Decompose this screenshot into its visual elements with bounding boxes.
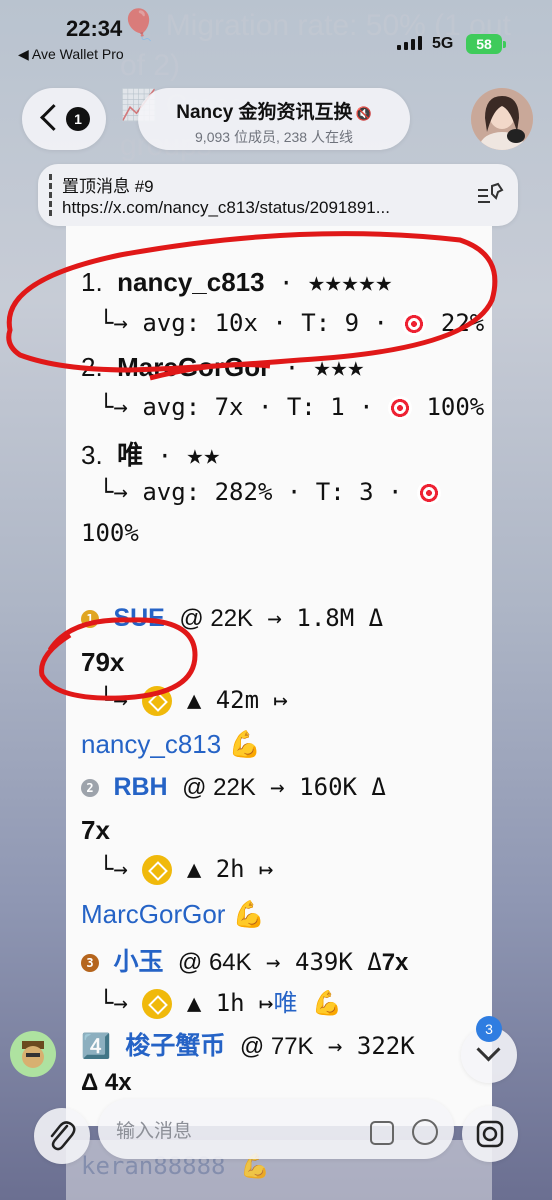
leaderboard-row: 3. 唯 · ★★ bbox=[81, 438, 221, 471]
target-icon bbox=[387, 396, 412, 420]
unread-count-badge: 3 bbox=[476, 1016, 502, 1042]
member-count: 9,093 位成员, 238 人在线 bbox=[195, 129, 353, 145]
message-placeholder: 输入消息 bbox=[116, 1121, 193, 1142]
pin-list-icon[interactable] bbox=[476, 182, 504, 208]
status-bar: 22:34 ◀ Ave Wallet Pro 5G 58 bbox=[0, 0, 552, 66]
star-rating: ★★ bbox=[186, 438, 221, 471]
multiplier: Δ 4x bbox=[81, 1069, 132, 1096]
caller-link[interactable]: MarcGorGor bbox=[81, 899, 225, 929]
mute-icon: 🔇 bbox=[355, 106, 372, 121]
pinned-title: 置顶消息 #9 bbox=[62, 177, 154, 196]
call-row: 3 小玉 @ 64K → 439K Δ7x bbox=[81, 942, 408, 978]
leaderboard-detail: └→ avg: 282% · T: 3 · bbox=[81, 478, 441, 506]
token-link[interactable]: 小玉 bbox=[113, 948, 163, 976]
caller-link[interactable]: 唯 bbox=[274, 990, 298, 1017]
silver-medal-icon: 2 bbox=[81, 779, 99, 797]
battery-icon: 58 bbox=[466, 34, 502, 54]
attach-button[interactable] bbox=[34, 1108, 90, 1164]
muscle-icon: 💪 bbox=[228, 729, 261, 759]
target-icon bbox=[416, 481, 441, 505]
unread-badge: 1 bbox=[66, 107, 90, 131]
muscle-icon: 💪 bbox=[311, 989, 342, 1017]
back-button[interactable]: 1 bbox=[22, 88, 106, 150]
group-avatar[interactable] bbox=[471, 88, 533, 150]
muscle-icon: 💪 bbox=[232, 899, 266, 929]
token-link[interactable]: RBH bbox=[113, 773, 167, 801]
leaderboard-detail: └→ avg: 7x · T: 1 · 100% bbox=[99, 393, 485, 421]
network-label: 5G bbox=[432, 35, 454, 52]
back-to-app-link[interactable]: ◀ Ave Wallet Pro bbox=[18, 46, 124, 63]
red-circle-annotation bbox=[39, 617, 198, 701]
call-row: 4️⃣ 梭子蟹币 @ 77K → 322K bbox=[81, 1032, 415, 1060]
bronze-medal-icon: 3 bbox=[81, 954, 99, 972]
chat-title[interactable]: Nancy 金狗资讯互换 🔇 9,093 位成员, 238 人在线 bbox=[138, 88, 410, 150]
camera-button[interactable] bbox=[462, 1106, 518, 1162]
bnb-chain-icon bbox=[142, 989, 173, 1019]
call-row: 2 RBH @ 22K → 160K Δ bbox=[81, 773, 386, 802]
number-four-icon: 4️⃣ bbox=[81, 1032, 111, 1060]
timer-icon[interactable] bbox=[412, 1119, 438, 1145]
leaderboard-detail-rate: 100% bbox=[81, 519, 139, 547]
chat-name: Nancy 金狗资讯互换 bbox=[176, 102, 353, 123]
caller-row: nancy_c813 💪 bbox=[81, 729, 261, 760]
message-input[interactable]: 输入消息 bbox=[98, 1099, 454, 1159]
multiplier: 7x bbox=[81, 815, 110, 845]
token-link[interactable]: 梭子蟹币 bbox=[125, 1032, 225, 1060]
signal-icon bbox=[397, 36, 422, 50]
camera-icon bbox=[476, 1120, 504, 1148]
call-meta: └→ ▲ 1h ↦唯 💪 bbox=[99, 989, 342, 1019]
caller-link[interactable]: nancy_c813 bbox=[81, 729, 221, 759]
chevron-left-icon bbox=[40, 104, 67, 131]
pinned-indicator bbox=[49, 174, 55, 216]
call-meta: └→ ▲ 2h ↦ bbox=[99, 855, 274, 885]
bot-avatar[interactable] bbox=[10, 1031, 56, 1077]
paperclip-icon bbox=[50, 1121, 76, 1151]
pinned-url: https://x.com/nancy_c813/status/2091891.… bbox=[62, 198, 390, 217]
caller-name: 唯 bbox=[117, 440, 144, 470]
command-icon[interactable] bbox=[370, 1121, 394, 1145]
status-time: 22:34 bbox=[66, 16, 123, 41]
pinned-message-bar[interactable]: 置顶消息 #9 https://x.com/nancy_c813/status/… bbox=[38, 164, 518, 226]
bnb-chain-icon bbox=[142, 855, 173, 885]
red-circle-annotation bbox=[6, 231, 498, 381]
caller-row: MarcGorGor 💪 bbox=[81, 899, 265, 930]
battery-tip bbox=[503, 41, 506, 48]
